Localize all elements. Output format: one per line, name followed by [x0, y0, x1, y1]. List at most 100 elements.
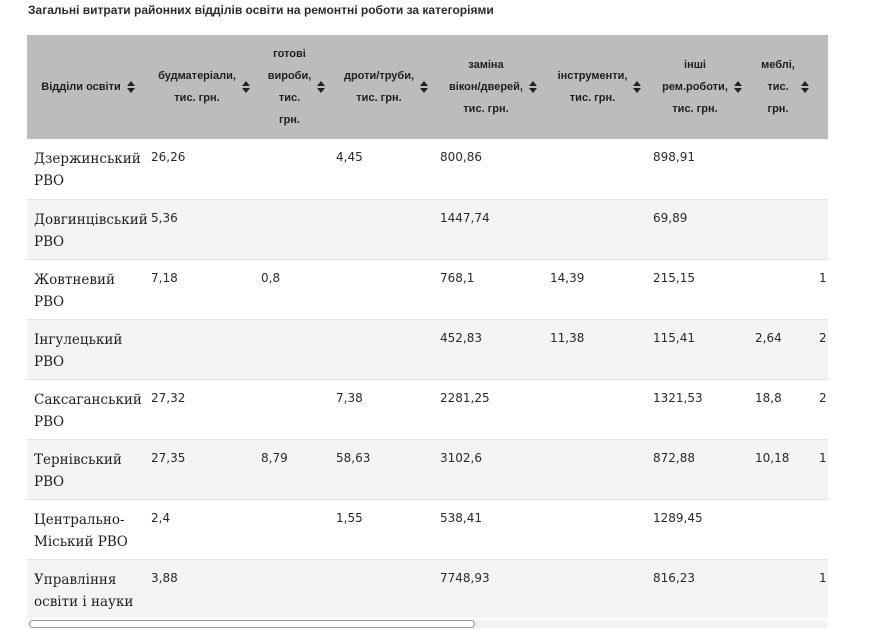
column-header-content: с [819, 76, 828, 98]
value-cell [334, 319, 438, 379]
value-cell [548, 379, 651, 439]
value-cell [259, 319, 334, 379]
value-cell: 0,8 [261, 270, 281, 285]
table-row: Жовтневий РВО 7,18 0,8 768,1 14,39 215,15 1 [27, 259, 828, 319]
value-cell: 2 [819, 330, 827, 345]
value-cell: 8,79 [261, 450, 288, 465]
value-cell: 1 [819, 570, 827, 585]
table-row: Управління освіти і науки 3,88 7748,93 816,… [27, 559, 828, 618]
department-name-cell: Саксаганський РВО [34, 391, 142, 430]
value-cell: 768,1 [440, 270, 475, 285]
column-header-8[interactable]: с [817, 35, 828, 139]
table-row: Інгулецький РВО 452,83 11,38 115,41 2,64 2 [27, 319, 828, 379]
column-header-7[interactable]: меблі, тис. грн. [753, 35, 817, 139]
value-cell [817, 499, 828, 559]
value-cell [817, 199, 828, 259]
value-cell [548, 499, 651, 559]
value-cell: 215,15 [653, 270, 695, 285]
value-cell: 5,36 [151, 210, 178, 225]
sort-icon[interactable] [528, 81, 537, 93]
value-cell [753, 199, 817, 259]
table-scroll-container[interactable]: Відділи освіти будматеріали, тис. грн. гото… [27, 35, 828, 618]
value-cell: 27,32 [151, 390, 186, 405]
column-header-line: тис. [767, 81, 789, 93]
value-cell [817, 139, 828, 199]
column-header-line: дроти/труби, [343, 70, 415, 82]
department-name-cell: Дзержинський РВО [34, 151, 141, 189]
column-header-content: меблі, тис. грн. [755, 54, 815, 120]
department-name-cell: Управління освіти і науки [34, 571, 134, 610]
value-cell [259, 199, 334, 259]
column-header-0[interactable]: Відділи освіти [27, 35, 149, 139]
column-header-label: інші рем.роботи, тис. грн. [662, 54, 728, 120]
value-cell: 2 [819, 390, 827, 405]
value-cell [753, 499, 817, 559]
sort-icon[interactable] [420, 81, 429, 93]
value-cell: 27,35 [151, 450, 186, 465]
table-header-row: Відділи освіти будматеріали, тис. грн. гото… [27, 35, 828, 139]
column-header-3[interactable]: дроти/труби, тис. грн. [334, 35, 438, 139]
column-header-6[interactable]: інші рем.роботи, тис. грн. [651, 35, 753, 139]
column-header-line: меблі, [761, 59, 795, 71]
value-cell: 3102,6 [440, 450, 482, 465]
column-header-1[interactable]: будматеріали, тис. грн. [149, 35, 259, 139]
column-header-5[interactable]: інструменти, тис. грн. [548, 35, 651, 139]
value-cell: 872,88 [653, 450, 695, 465]
sort-icon[interactable] [241, 81, 250, 93]
column-header-line: тис. грн. [463, 103, 509, 115]
sort-icon[interactable] [733, 81, 742, 93]
column-header-content: заміна вікон/дверей, тис. грн. [440, 54, 546, 120]
value-cell: 7748,93 [440, 570, 490, 585]
value-cell: 69,89 [653, 210, 688, 225]
value-cell [548, 559, 651, 618]
value-cell [334, 199, 438, 259]
value-cell [753, 559, 817, 618]
column-header-line: вироби, [267, 70, 312, 82]
column-header-line: заміна [468, 59, 504, 71]
table-row: Саксаганський РВО 27,32 7,38 2281,25 1321,53… [27, 379, 828, 439]
column-header-content: будматеріали, тис. грн. [151, 65, 257, 109]
column-header-label: Відділи освіти [41, 76, 121, 98]
value-cell: 538,41 [440, 510, 482, 525]
column-header-label: дроти/труби, тис. грн. [344, 65, 414, 109]
department-name-cell: Тернівський РВО [34, 451, 122, 490]
value-cell: 1447,74 [440, 210, 490, 225]
column-header-label: заміна вікон/дверей, тис. грн. [449, 54, 523, 120]
value-cell [334, 559, 438, 618]
value-cell: 2,64 [755, 330, 782, 345]
column-header-4[interactable]: заміна вікон/дверей, тис. грн. [438, 35, 548, 139]
column-header-line: тис. грн. [174, 92, 220, 104]
expenses-table: Відділи освіти будматеріали, тис. грн. гото… [27, 35, 828, 618]
sort-icon[interactable] [317, 81, 326, 93]
column-header-label: готові вироби, тис. грн. [268, 43, 312, 131]
column-header-line: тис. грн. [672, 103, 718, 115]
column-header-line: тис. [278, 92, 301, 104]
column-header-line: тис. грн. [569, 92, 616, 104]
value-cell: 1 [819, 450, 827, 465]
value-cell [259, 559, 334, 618]
horizontal-scrollbar[interactable] [27, 618, 828, 630]
value-cell [753, 259, 817, 319]
value-cell: 452,83 [440, 330, 482, 345]
table-row: Довгинцівський РВО 5,36 1447,74 69,89 [27, 199, 828, 259]
column-header-2[interactable]: готові вироби, тис. грн. [259, 35, 334, 139]
column-header-line: Відділи освіти [41, 81, 121, 93]
sort-icon[interactable] [126, 81, 135, 93]
value-cell [259, 379, 334, 439]
value-cell [259, 499, 334, 559]
column-header-line: грн. [767, 103, 789, 115]
column-header-label: будматеріали, тис. грн. [158, 65, 236, 109]
value-cell: 2,4 [151, 510, 171, 525]
column-header-line: готові [273, 48, 306, 60]
department-name-cell: Центрально-Міський РВО [34, 511, 128, 550]
sort-icon[interactable] [800, 81, 809, 93]
column-header-content: дроти/труби, тис. грн. [336, 65, 436, 109]
value-cell [548, 199, 651, 259]
value-cell [753, 139, 817, 199]
value-cell: 4,45 [336, 150, 363, 164]
scrollbar-thumb[interactable] [29, 620, 475, 628]
value-cell [548, 139, 651, 199]
value-cell: 898,91 [653, 150, 695, 164]
department-name-cell: Інгулецький РВО [34, 331, 123, 370]
sort-icon[interactable] [633, 81, 642, 93]
